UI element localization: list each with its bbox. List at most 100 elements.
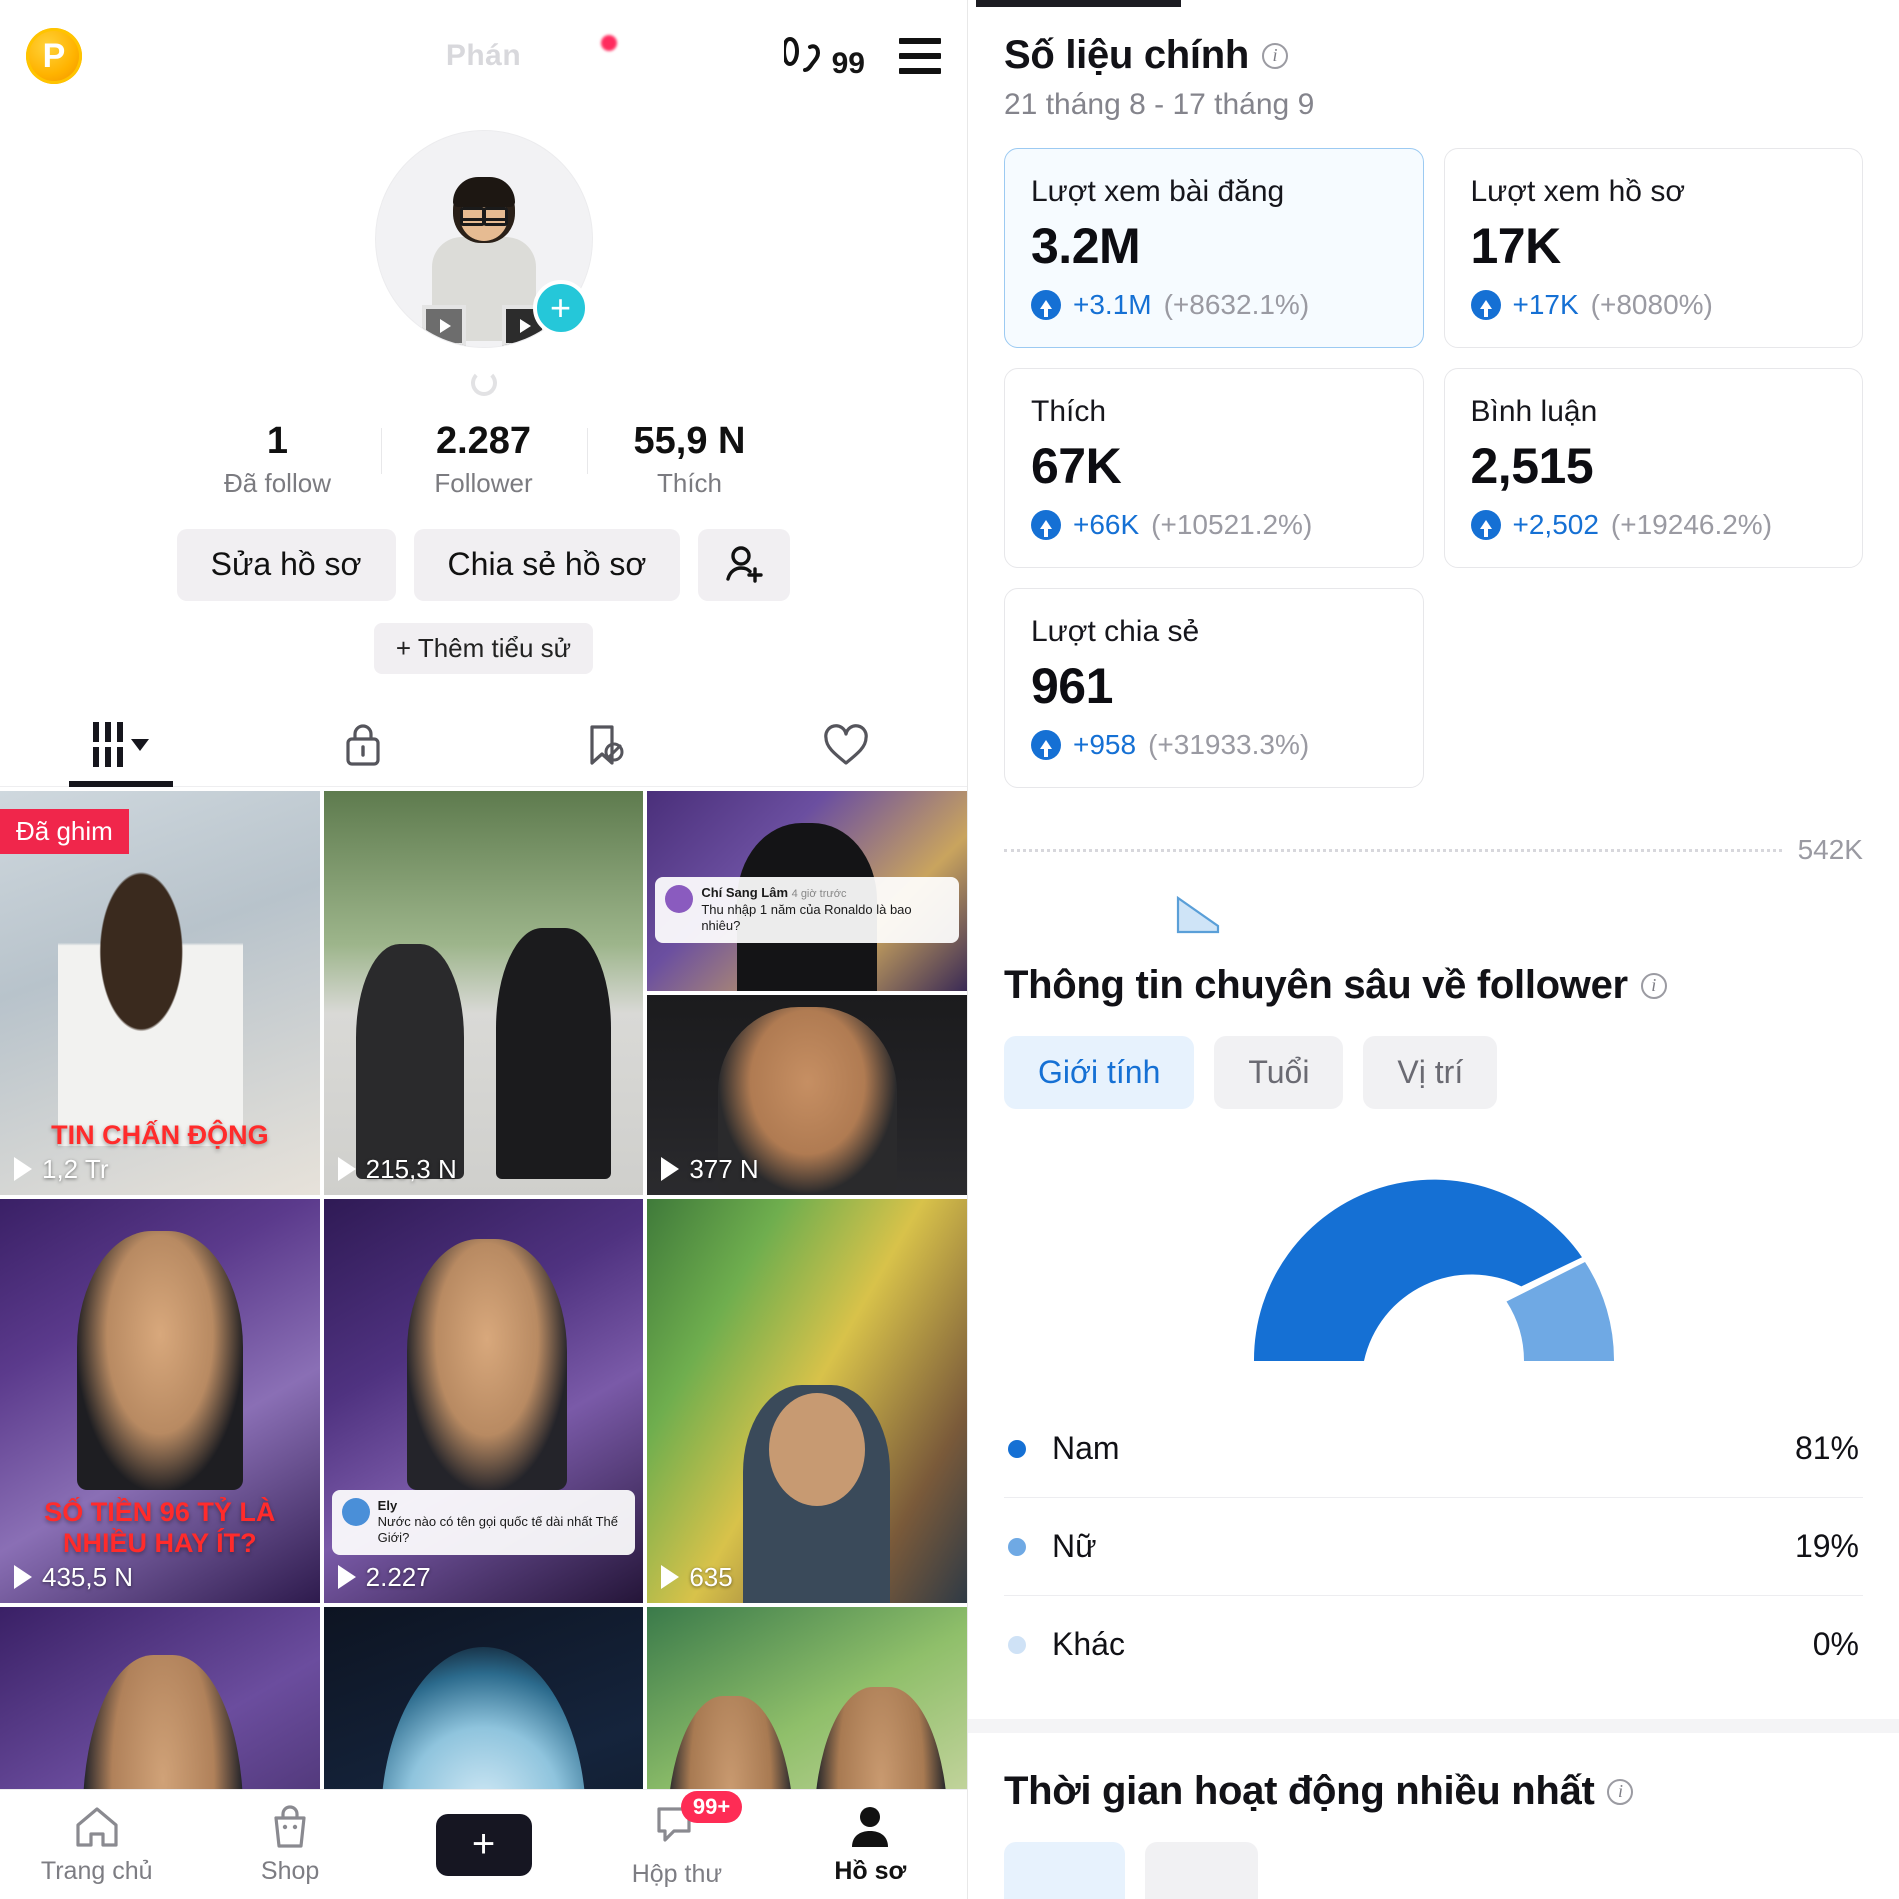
video-thumbnail[interactable] xyxy=(323,1606,644,1789)
metric-value: 961 xyxy=(1031,658,1113,714)
legend-value-khac: 0% xyxy=(1812,1626,1859,1662)
video-thumbnail[interactable]: Ely Nước nào có tên gọi quốc tế dài nhất… xyxy=(323,1198,644,1603)
video-thumbnail[interactable]: 635 xyxy=(647,1198,967,1603)
video-view-count: 435,5 N xyxy=(14,1562,133,1593)
activity-title: Thời gian hoạt động nhiều nhất xyxy=(1004,1769,1595,1813)
follower-insight-tabs: Giới tính Tuổi Vị trí xyxy=(1004,1036,1863,1109)
pinned-badge: Đã ghim xyxy=(0,808,129,854)
video-thumbnail[interactable]: 215,3 N xyxy=(323,790,644,1195)
legend-label-khac: Khác xyxy=(1052,1626,1125,1662)
info-icon[interactable]: i xyxy=(1640,972,1667,999)
arrow-up-icon xyxy=(1470,510,1501,540)
metric-card-comments[interactable]: Bình luận 2,515 +2,502 (+19246.2%) xyxy=(1443,368,1863,568)
arrow-up-icon xyxy=(1031,290,1061,320)
nav-create[interactable]: + xyxy=(387,1813,580,1876)
comment-text: Ely Nước nào có tên gọi quốc tế dài nhất… xyxy=(377,1497,618,1546)
metric-card-profile-views[interactable]: Lượt xem hồ sơ 17K +17K (+8080%) xyxy=(1443,148,1863,348)
tab-reposts[interactable] xyxy=(484,704,726,786)
nav-home[interactable]: Trang chủ xyxy=(0,1803,193,1886)
video-thumbnail[interactable] xyxy=(0,1606,320,1789)
stat-likes-label: Thích xyxy=(656,467,723,498)
nav-home-label: Trang chủ xyxy=(40,1857,153,1885)
date-range-label: 21 tháng 8 - 17 tháng 9 xyxy=(1004,88,1315,121)
create-plus-icon[interactable]: + xyxy=(428,1813,539,1876)
video-thumbnail[interactable]: Đã ghim TIN CHẤN ĐỘNG 1,2 Tr xyxy=(0,790,320,1195)
metric-delta-percent: (+8632.1%) xyxy=(1163,289,1310,320)
axis-dotted-line xyxy=(1004,848,1782,852)
metric-value: 2,515 xyxy=(1470,438,1594,494)
tab-location[interactable]: Vị trí xyxy=(1363,1036,1498,1109)
avatar-photo xyxy=(421,177,546,347)
nav-inbox[interactable]: 99+ Hộp thư xyxy=(580,1790,773,1889)
chart-axis-line: 542K xyxy=(1004,834,1863,866)
notification-dot-icon xyxy=(600,34,618,52)
axis-max-label: 542K xyxy=(1797,834,1863,865)
topbar-actions: 99 xyxy=(783,33,941,79)
gauge-svg xyxy=(1253,1179,1614,1361)
add-avatar-plus-icon[interactable]: + xyxy=(532,280,589,336)
info-icon[interactable]: i xyxy=(1607,1778,1634,1805)
add-friend-button[interactable] xyxy=(698,528,791,601)
tab-liked[interactable] xyxy=(725,704,967,786)
profile-topbar: P Phán 99 xyxy=(0,0,967,112)
comment-avatar xyxy=(341,1497,370,1526)
activity-section: Thời gian hoạt động nhiều nhất i xyxy=(968,1733,1899,1899)
metric-delta-percent: (+31933.3%) xyxy=(1148,729,1310,760)
person-add-icon xyxy=(726,545,764,583)
video-comment-overlay: Ely Nước nào có tên gọi quốc tế dài nhất… xyxy=(331,1489,636,1555)
video-grid: Đã ghim TIN CHẤN ĐỘNG 1,2 Tr 215,3 N Chí… xyxy=(0,790,967,1789)
metric-delta: +2,502 (+19246.2%) xyxy=(1470,509,1837,541)
stat-likes[interactable]: 55,9 N Thích xyxy=(586,420,793,499)
grid-icon xyxy=(92,722,149,768)
video-thumbnail[interactable] xyxy=(647,1606,967,1789)
profile-tabbar xyxy=(0,704,967,787)
activity-tab-2[interactable] xyxy=(1145,1842,1258,1899)
metric-delta-value: +2,502 xyxy=(1512,509,1599,540)
metric-delta: +17K (+8080%) xyxy=(1470,289,1837,321)
metric-card-post-views[interactable]: Lượt xem bài đăng 3.2M +3.1M (+8632.1%) xyxy=(1004,148,1424,348)
stat-following-value: 1 xyxy=(266,420,289,462)
section-separator xyxy=(968,1719,1899,1733)
legend-value-nu: 19% xyxy=(1794,1528,1859,1564)
video-thumbnail[interactable]: 377 N xyxy=(647,994,967,1195)
comment-avatar xyxy=(665,885,694,914)
video-comment-overlay: Chí Sang Lâm 4 giờ trước Thu nhập 1 năm … xyxy=(655,877,959,943)
coin-reward-icon[interactable]: P xyxy=(26,28,82,84)
home-icon xyxy=(76,1807,118,1847)
metric-delta-value: +3.1M xyxy=(1073,289,1152,320)
activity-tabs xyxy=(1004,1842,1863,1899)
share-profile-button[interactable]: Chia sẻ hồ sơ xyxy=(413,528,681,601)
metric-card-likes[interactable]: Thích 67K +66K (+10521.2%) xyxy=(1004,368,1424,568)
video-thumbnail[interactable]: SỐ TIỀN 96 TỶ LÀ NHIỀU HAY ÍT? 435,5 N xyxy=(0,1198,320,1603)
edit-profile-button[interactable]: Sửa hồ sơ xyxy=(176,528,396,601)
metric-card-shares[interactable]: Lượt chia sẻ 961 +958 (+31933.3%) xyxy=(1004,588,1424,788)
analytics-content: Số liệu chính i 21 tháng 8 - 17 tháng 9 … xyxy=(968,7,1899,1733)
activity-tab-1[interactable] xyxy=(1004,1842,1126,1899)
legend-dot-nam xyxy=(1008,1439,1026,1458)
stat-followers[interactable]: 2.287 Follower xyxy=(380,420,587,499)
tab-videos[interactable] xyxy=(0,704,242,786)
info-icon[interactable]: i xyxy=(1262,42,1289,69)
activity-header: Thời gian hoạt động nhiều nhất i xyxy=(1004,1769,1863,1814)
video-view-count: 377 N xyxy=(661,1154,759,1185)
video-thumbnail[interactable]: Chí Sang Lâm 4 giờ trước Thu nhập 1 năm … xyxy=(647,790,967,991)
play-icon xyxy=(661,1157,680,1182)
add-bio-button[interactable]: + Thêm tiểu sử xyxy=(373,622,594,674)
video-caption: SỐ TIỀN 96 TỶ LÀ NHIỀU HAY ÍT? xyxy=(44,1496,276,1558)
tab-gender[interactable]: Giới tính xyxy=(1004,1036,1195,1109)
menu-hamburger-icon[interactable] xyxy=(899,38,941,74)
profile-stats: 1 Đã follow 2.287 Follower 55,9 N Thích xyxy=(0,420,967,499)
tab-age[interactable]: Tuổi xyxy=(1214,1036,1344,1109)
avatar-container[interactable]: + xyxy=(374,130,593,348)
video-view-count: 1,2 Tr xyxy=(14,1154,108,1185)
nav-shop[interactable]: Shop xyxy=(193,1803,386,1886)
profile-visitors-icon[interactable]: 99 xyxy=(783,33,865,79)
play-icon xyxy=(337,1565,356,1590)
stat-following[interactable]: 1 Đã follow xyxy=(175,420,381,499)
arrow-up-icon xyxy=(1031,730,1061,760)
tab-private[interactable] xyxy=(242,704,484,786)
heart-icon xyxy=(824,723,868,765)
metric-delta: +66K (+10521.2%) xyxy=(1031,509,1397,541)
nav-profile[interactable]: Hồ sơ xyxy=(774,1803,967,1886)
play-icon xyxy=(661,1565,680,1590)
